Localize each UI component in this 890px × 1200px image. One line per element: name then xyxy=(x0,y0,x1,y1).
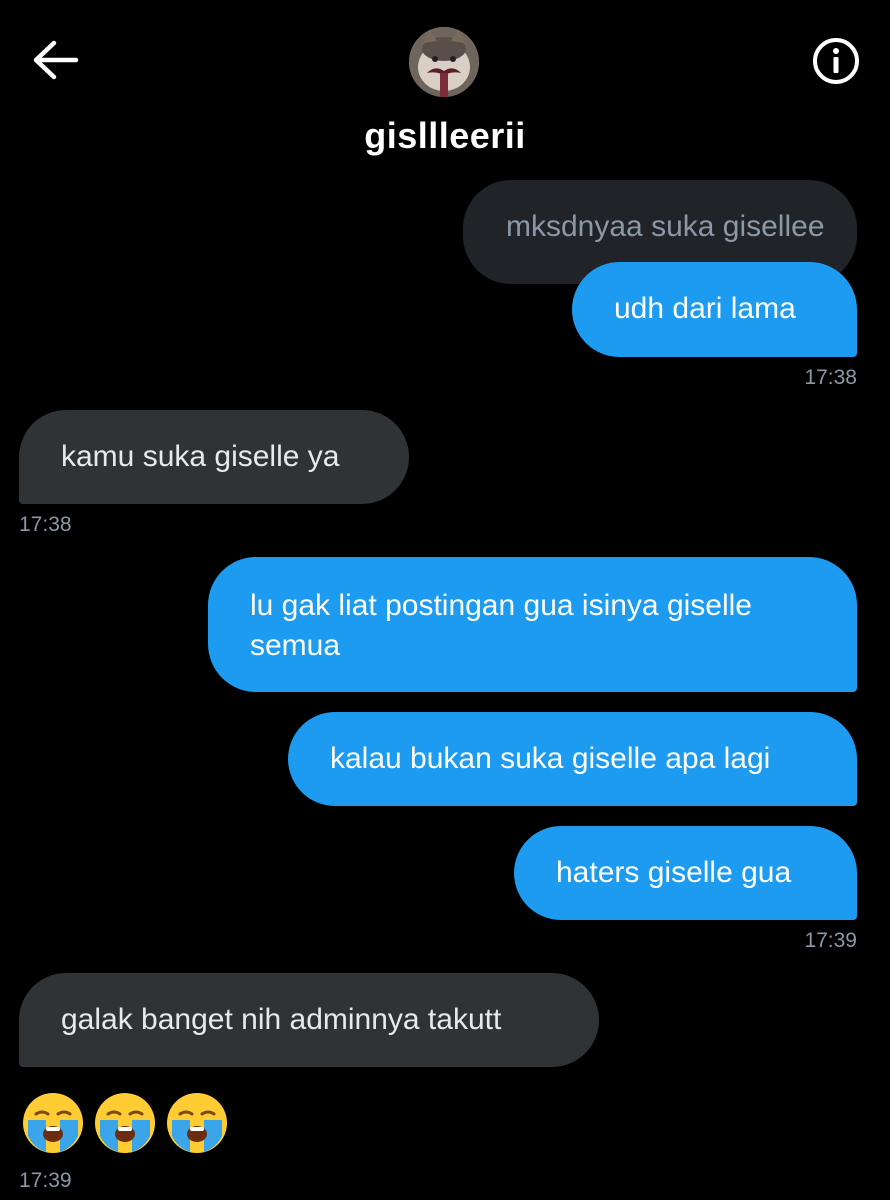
avatar[interactable] xyxy=(409,27,479,97)
arrow-left-icon xyxy=(33,40,79,80)
sent-message[interactable]: udh dari lama xyxy=(572,262,857,357)
message-timestamp: 17:39 xyxy=(19,1169,72,1192)
info-circle-icon xyxy=(813,38,859,84)
message-timestamp: 17:39 xyxy=(804,929,857,952)
sent-message[interactable]: kalau bukan suka giselle apa lagi xyxy=(288,712,857,806)
back-button[interactable] xyxy=(30,38,82,82)
sent-message[interactable]: lu gak liat postingan gua isinya giselle… xyxy=(208,557,857,692)
avatar-image xyxy=(409,27,479,97)
info-button[interactable] xyxy=(811,36,861,86)
conversation-title[interactable]: gisllleerii xyxy=(0,115,890,157)
loudly-crying-face-emoji xyxy=(95,1093,155,1153)
loudly-crying-face-emoji xyxy=(167,1093,227,1153)
message-line: lu gak liat postingan gua isinya giselle xyxy=(250,589,752,622)
received-message[interactable]: galak banget nih adminnya takutt xyxy=(19,973,599,1067)
message-timestamp: 17:38 xyxy=(19,513,72,536)
received-message[interactable]: kamu suka giselle ya xyxy=(19,410,409,504)
message-line: semua xyxy=(250,629,341,662)
loudly-crying-face-emoji xyxy=(23,1093,83,1153)
message-timestamp: 17:38 xyxy=(804,366,857,389)
sent-message[interactable]: haters giselle gua xyxy=(514,826,857,920)
emoji-message[interactable] xyxy=(20,1090,230,1156)
